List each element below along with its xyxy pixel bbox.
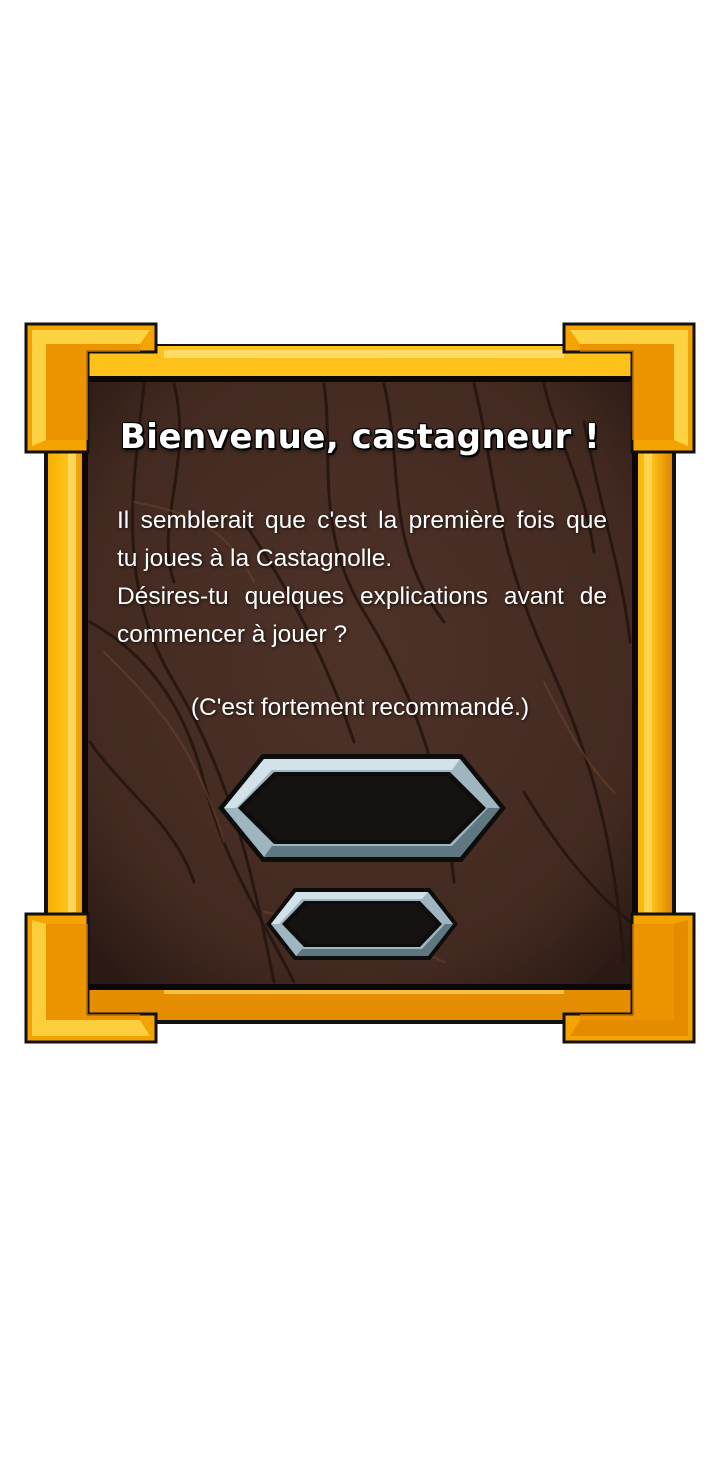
message-line: tu joues à la Castagnolle. bbox=[117, 545, 393, 572]
accept-tutorial-label bbox=[214, 750, 510, 866]
dialog-message: Il semblerait que c'est la première fois… bbox=[117, 502, 607, 654]
accept-tutorial-button[interactable] bbox=[214, 750, 510, 866]
message-line: Désires-tu quelques explications avant d… bbox=[117, 583, 607, 610]
decline-tutorial-button[interactable] bbox=[264, 884, 460, 964]
dialog-title: Bienvenue, castagneur ! bbox=[119, 417, 601, 457]
message-line: Il semblerait que c'est la première fois… bbox=[117, 507, 607, 534]
recommendation-note: (C'est fortement recommandé.) bbox=[190, 694, 530, 721]
message-line: commencer à jouer ? bbox=[117, 621, 348, 648]
welcome-dialog: Bienvenue, castagneur ! Il semblerait qu… bbox=[24, 322, 696, 1044]
decline-tutorial-label bbox=[264, 884, 460, 964]
